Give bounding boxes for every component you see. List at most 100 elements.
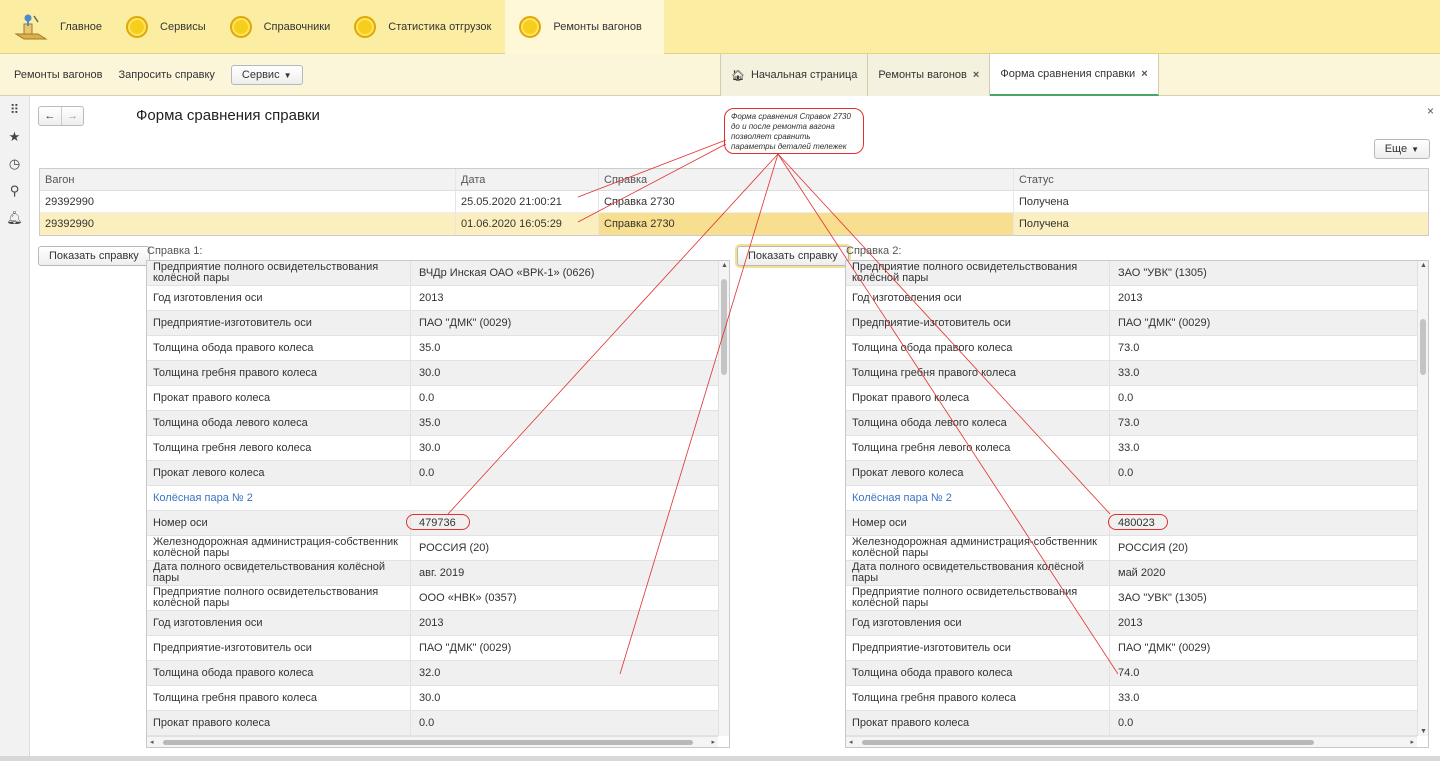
property-row[interactable]: Толщина гребня левого колеса 33.0 (846, 436, 1428, 461)
scroll-thumb[interactable] (1420, 319, 1426, 375)
group-row[interactable]: Колёсная пара № 2 (147, 486, 729, 511)
apps-grid-icon[interactable]: ⠿ (0, 96, 29, 123)
group-row[interactable]: Колёсная пара № 2 (846, 486, 1428, 511)
tab-home-page[interactable]: 🏠︎ Начальная страница (721, 54, 869, 96)
property-row[interactable]: Толщина обода правого колеса 74.0 (846, 661, 1428, 686)
property-row[interactable]: Предприятие полного освидетельствования … (846, 586, 1428, 611)
horizontal-scrollbar[interactable]: ◂ ▸ (846, 736, 1417, 747)
more-button[interactable]: Еще ▼ (1373, 139, 1430, 159)
cmd-request-certificate[interactable]: Запросить справку (119, 69, 215, 81)
group-title[interactable]: Колёсная пара № 2 (147, 486, 259, 510)
close-icon[interactable]: × (1427, 104, 1434, 118)
property-value: РОССИЯ (20) (1118, 542, 1189, 554)
property-row[interactable]: Толщина гребня правого колеса 30.0 (147, 361, 729, 386)
vertical-scrollbar[interactable]: ▲ ▼ (1417, 261, 1428, 736)
property-row[interactable]: Предприятие-изготовитель оси ПАО "ДМК" (0… (147, 636, 729, 661)
scroll-thumb[interactable] (721, 279, 727, 375)
property-row[interactable]: Год изготовления оси 2013 (846, 611, 1428, 636)
property-row[interactable]: Предприятие-изготовитель оси ПАО "ДМК" (0… (147, 311, 729, 336)
property-row[interactable]: Толщина обода левого колеса 73.0 (846, 411, 1428, 436)
scroll-left-icon[interactable]: ◂ (150, 737, 154, 747)
history-icon[interactable]: ◷ (0, 150, 29, 177)
property-row[interactable]: Толщина обода правого колеса 35.0 (147, 336, 729, 361)
property-row[interactable]: Предприятие полного освидетельствования … (147, 586, 729, 611)
property-row[interactable]: Толщина обода правого колеса 73.0 (846, 336, 1428, 361)
service-menu-button[interactable]: Сервис ▼ (230, 65, 303, 85)
property-row[interactable]: Толщина гребня правого колеса 33.0 (846, 361, 1428, 386)
property-row[interactable]: Год изготовления оси 2013 (147, 286, 729, 311)
bell-icon[interactable]: 🔔︎ (0, 204, 29, 231)
property-name: Номер оси (846, 511, 1110, 535)
scroll-right-icon[interactable]: ▸ (1410, 737, 1414, 747)
property-name: Прокат левого колеса (846, 461, 1110, 485)
scroll-right-icon[interactable]: ▸ (711, 737, 715, 747)
cell-date: 25.05.2020 21:00:21 (456, 190, 599, 213)
column-header[interactable]: Вагон (40, 168, 456, 191)
group-title[interactable]: Колёсная пара № 2 (846, 486, 958, 510)
section-services[interactable]: Сервисы (116, 0, 220, 54)
property-name: Предприятие полного освидетельствования … (147, 586, 411, 610)
property-row[interactable]: Прокат правого колеса 0.0 (846, 386, 1428, 411)
table-row[interactable]: 29392990 25.05.2020 21:00:21 Справка 273… (40, 190, 1428, 213)
column-header[interactable]: Справка (599, 168, 1014, 191)
section-shipment-stats[interactable]: Статистика отгрузок (344, 0, 505, 54)
service-label: Сервис (241, 69, 280, 81)
property-row[interactable]: Предприятие-изготовитель оси ПАО "ДМК" (0… (846, 636, 1428, 661)
tab-wagon-repairs[interactable]: Ремонты вагонов × (868, 54, 991, 96)
property-value: ПАО "ДМК" (0029) (1118, 642, 1211, 654)
scroll-thumb[interactable] (862, 740, 1314, 745)
property-name: Предприятие полного освидетельствования … (846, 261, 1110, 285)
property-row[interactable]: Толщина обода левого колеса 35.0 (147, 411, 729, 436)
property-row[interactable]: Толщина гребня правого колеса 33.0 (846, 686, 1428, 711)
property-row[interactable]: Толщина гребня правого колеса 30.0 (147, 686, 729, 711)
search-icon[interactable]: ⚲ (0, 177, 29, 204)
tab-comparison-form[interactable]: Форма сравнения справки × (990, 54, 1159, 96)
property-row[interactable]: Прокат правого колеса 0.0 (846, 711, 1428, 736)
property-row[interactable]: Прокат правого колеса 0.0 (147, 386, 729, 411)
property-value: 0.0 (1118, 717, 1134, 729)
scroll-left-icon[interactable]: ◂ (849, 737, 853, 747)
property-row[interactable]: Железнодорожная администрация-собственни… (147, 536, 729, 561)
section-wagon-repairs[interactable]: Ремонты вагонов (505, 0, 664, 54)
scroll-up-icon[interactable]: ▲ (1418, 262, 1428, 269)
property-row[interactable]: Предприятие полного освидетельствования … (846, 261, 1428, 286)
property-row[interactable]: Толщина обода правого колеса 32.0 (147, 661, 729, 686)
property-row[interactable]: Год изготовления оси 2013 (147, 611, 729, 636)
property-row[interactable]: Прокат правого колеса 0.0 (147, 711, 729, 736)
column-header[interactable]: Статус (1014, 169, 1428, 191)
property-value: 33.0 (1118, 692, 1140, 704)
cmd-wagon-repairs[interactable]: Ремонты вагонов (14, 69, 103, 81)
home-icon: 🏠︎ (731, 69, 745, 82)
property-row[interactable]: Год изготовления оси 2013 (846, 286, 1428, 311)
scroll-up-icon[interactable]: ▲ (719, 262, 729, 269)
section-home[interactable]: Главное (0, 0, 116, 54)
star-icon[interactable]: ★ (0, 123, 29, 150)
section-references[interactable]: Справочники (220, 0, 345, 54)
property-name: Толщина гребня левого колеса (147, 436, 411, 460)
property-name: Толщина гребня правого колеса (147, 686, 411, 710)
horizontal-scrollbar[interactable]: ◂ ▸ (147, 736, 718, 747)
property-row[interactable]: Предприятие-изготовитель оси ПАО "ДМК" (0… (846, 311, 1428, 336)
forward-arrow-icon[interactable]: → (61, 107, 83, 125)
chevron-down-icon: ▼ (283, 70, 292, 80)
close-icon[interactable]: × (973, 69, 979, 81)
show-certificate-2-button[interactable]: Показать справку (737, 246, 849, 266)
section-label: Сервисы (160, 20, 206, 33)
table-row[interactable]: 29392990 01.06.2020 16:05:29 Справка 273… (40, 213, 1428, 235)
close-icon[interactable]: × (1141, 68, 1147, 80)
show-certificate-1-button[interactable]: Показать справку (38, 246, 150, 266)
property-row[interactable]: Железнодорожная администрация-собственни… (846, 536, 1428, 561)
column-header[interactable]: Дата (456, 168, 599, 191)
property-row[interactable]: Толщина гребня левого колеса 30.0 (147, 436, 729, 461)
scroll-down-icon[interactable]: ▼ (1418, 728, 1428, 735)
property-value: 0.0 (1118, 392, 1134, 404)
property-row[interactable]: Дата полного освидетельствования колёсно… (147, 561, 729, 586)
property-row[interactable]: Прокат левого колеса 0.0 (846, 461, 1428, 486)
property-row[interactable]: Прокат левого колеса 0.0 (147, 461, 729, 486)
form-content: ← → Форма сравнения справки × Форма срав… (30, 96, 1440, 761)
back-arrow-icon[interactable]: ← (39, 107, 61, 125)
property-row[interactable]: Дата полного освидетельствования колёсно… (846, 561, 1428, 586)
vertical-scrollbar[interactable]: ▲ (718, 261, 729, 736)
property-row[interactable]: Предприятие полного освидетельствования … (147, 261, 729, 286)
scroll-thumb[interactable] (163, 740, 693, 745)
